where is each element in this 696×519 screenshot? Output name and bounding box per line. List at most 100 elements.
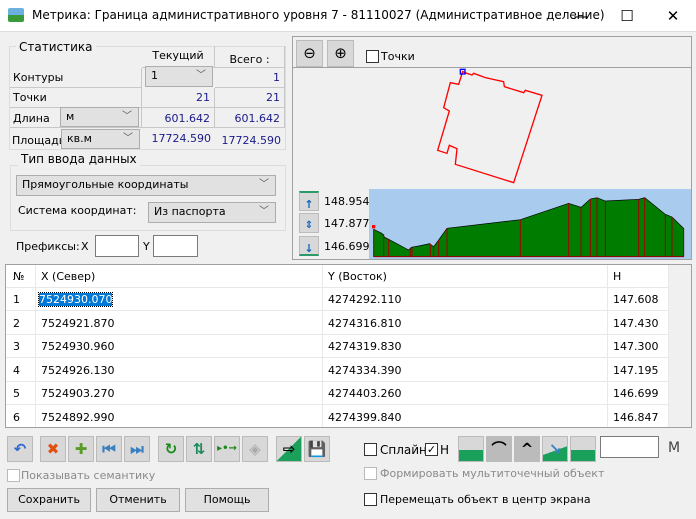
arc-icon: ⌒ bbox=[491, 440, 507, 458]
skip-first-icon: ⏮ bbox=[102, 440, 116, 458]
spline-checkbox[interactable] bbox=[364, 443, 377, 456]
table-row[interactable]: 6 7524892.990 4274399.840 146.847 bbox=[6, 406, 668, 428]
length-unit-select[interactable]: м ﹀ bbox=[60, 107, 139, 127]
cell-y[interactable]: 4274399.840 bbox=[328, 411, 401, 424]
chevron-down-icon: ﹀ bbox=[259, 179, 269, 190]
statistics-label: Статистика bbox=[16, 40, 96, 54]
distance-input[interactable] bbox=[600, 436, 659, 458]
area-label: Площадь bbox=[12, 134, 66, 147]
center-arrows-icon: ⇕ bbox=[304, 220, 314, 231]
prefix-x-label: X bbox=[81, 240, 89, 253]
contour-value: 1 bbox=[151, 69, 158, 82]
cell-h[interactable]: 146.847 bbox=[613, 411, 659, 424]
rotate-button[interactable]: ↻ bbox=[158, 436, 184, 462]
mid-height-button[interactable]: ⇕ bbox=[299, 213, 319, 233]
crs-select[interactable]: Из паспорта ﹀ bbox=[148, 202, 276, 223]
cell-y[interactable]: 4274319.830 bbox=[328, 340, 401, 353]
delete-point-button[interactable]: ✖ bbox=[40, 436, 66, 462]
cell-y[interactable]: 4274334.390 bbox=[328, 364, 401, 377]
close-button[interactable]: ✕ bbox=[650, 0, 696, 32]
disabled-tool-button[interactable]: ◈ bbox=[242, 436, 268, 462]
profile-tool-4[interactable]: ↘ bbox=[542, 436, 568, 462]
points-label: Точки bbox=[10, 88, 142, 108]
cell-y[interactable]: 4274292.110 bbox=[328, 293, 401, 306]
cell-h[interactable]: 147.608 bbox=[613, 293, 659, 306]
first-point-button[interactable]: ⏮ bbox=[96, 436, 122, 462]
table-scrollbar[interactable] bbox=[669, 265, 691, 427]
prefixes-label: Префиксы: bbox=[16, 240, 80, 253]
multipoint-checkbox[interactable] bbox=[364, 467, 377, 480]
cell-x[interactable]: 7524930.070 bbox=[37, 292, 114, 307]
spline-label: Сплайн bbox=[380, 443, 427, 457]
cell-y[interactable]: 4274403.260 bbox=[328, 387, 401, 400]
table-row[interactable]: 3 7524930.960 4274319.830 147.300 bbox=[6, 335, 668, 358]
split-button[interactable]: ⇨ bbox=[276, 436, 302, 462]
max-height-button[interactable]: ↑ bbox=[299, 191, 319, 211]
show-semantics-checkbox[interactable] bbox=[7, 469, 20, 482]
slope-icon: ↘ bbox=[548, 440, 562, 458]
last-point-button[interactable]: ⏭ bbox=[124, 436, 150, 462]
profile-tool-5[interactable] bbox=[570, 436, 596, 462]
table-row[interactable]: 1 7524930.070 4274292.110 147.608 bbox=[6, 288, 668, 311]
area-unit-select[interactable]: кв.м ﹀ bbox=[61, 129, 140, 149]
save-button[interactable]: Сохранить bbox=[7, 488, 91, 512]
window-title: Метрика: Граница административного уровн… bbox=[32, 8, 605, 22]
map-canvas[interactable] bbox=[292, 36, 692, 186]
show-semantics-label: Показывать семантику bbox=[21, 469, 156, 482]
delete-icon: ✖ bbox=[46, 440, 60, 458]
input-type-label: Тип ввода данных bbox=[18, 152, 140, 166]
cell-x[interactable]: 7524926.130 bbox=[41, 364, 114, 377]
contour-select[interactable]: 1 ﹀ bbox=[145, 66, 213, 87]
cell-x[interactable]: 7524921.870 bbox=[41, 317, 114, 330]
h-checkbox[interactable]: ✓ bbox=[425, 443, 438, 456]
cancel-button[interactable]: Отменить bbox=[96, 488, 180, 512]
input-mode-select[interactable]: Прямоугольные координаты ﹀ bbox=[16, 175, 276, 196]
cell-h[interactable]: 147.195 bbox=[613, 364, 659, 377]
prefix-x-input[interactable] bbox=[95, 235, 139, 257]
min-height-button[interactable]: ↓ bbox=[299, 236, 319, 256]
plus-icon: ✚ bbox=[74, 440, 88, 458]
cell-y[interactable]: 4274316.810 bbox=[328, 317, 401, 330]
chevron-down-icon: ﹀ bbox=[122, 111, 132, 122]
cell-x[interactable]: 7524892.990 bbox=[41, 411, 114, 424]
crs-value: Из паспорта bbox=[154, 205, 226, 218]
table-row[interactable]: 2 7524921.870 4274316.810 147.430 bbox=[6, 312, 668, 335]
profile-mid: 147.877 bbox=[324, 217, 370, 230]
prefix-y-input[interactable] bbox=[153, 235, 198, 257]
move-point-button[interactable]: ▸•→ bbox=[214, 436, 240, 462]
center-object-checkbox[interactable] bbox=[364, 493, 377, 506]
profile-min: 146.699 bbox=[324, 240, 370, 253]
table-row[interactable]: 5 7524903.270 4274403.260 146.699 bbox=[6, 382, 668, 405]
undo-button[interactable]: ↶ bbox=[7, 436, 33, 462]
header-number: № bbox=[13, 270, 25, 283]
refresh-icon: ↻ bbox=[164, 440, 178, 458]
row-number: 4 bbox=[13, 363, 20, 377]
add-point-button[interactable]: ✚ bbox=[68, 436, 94, 462]
points-current: 21 bbox=[142, 88, 215, 108]
col-total: Всего : bbox=[215, 46, 285, 68]
minimize-button[interactable]: — bbox=[558, 0, 604, 32]
save-icon-button[interactable]: 💾 bbox=[304, 436, 330, 462]
table-row[interactable]: 4 7524926.130 4274334.390 147.195 bbox=[6, 359, 668, 382]
profile-tool-1[interactable] bbox=[458, 436, 484, 462]
coordinates-table[interactable]: № X (Север) Y (Восток) H 1 7524930.070 427… bbox=[5, 264, 692, 428]
cell-h[interactable]: 146.699 bbox=[613, 387, 659, 400]
undo-icon: ↶ bbox=[13, 440, 27, 458]
maximize-button[interactable]: ☐ bbox=[604, 0, 650, 32]
cell-h[interactable]: 147.300 bbox=[613, 340, 659, 353]
cell-x[interactable]: 7524930.960 bbox=[41, 340, 114, 353]
reverse-icon: ⇅ bbox=[192, 440, 206, 458]
grid-icon: ◈ bbox=[249, 440, 261, 458]
object-contour bbox=[436, 70, 543, 184]
reverse-button[interactable]: ⇅ bbox=[186, 436, 212, 462]
points-total: 21 bbox=[215, 88, 285, 108]
split-icon: ⇨ bbox=[282, 440, 296, 458]
header-y: Y (Восток) bbox=[328, 270, 387, 283]
cell-h[interactable]: 147.430 bbox=[613, 317, 659, 330]
profile-tool-2[interactable]: ⌒ bbox=[486, 436, 512, 462]
profile-tool-3[interactable]: ^ bbox=[514, 436, 540, 462]
help-button[interactable]: Помощь bbox=[185, 488, 269, 512]
crs-label: Система координат: bbox=[18, 204, 137, 217]
arrow-up-icon: ↑ bbox=[304, 198, 314, 211]
cell-x[interactable]: 7524903.270 bbox=[41, 387, 114, 400]
